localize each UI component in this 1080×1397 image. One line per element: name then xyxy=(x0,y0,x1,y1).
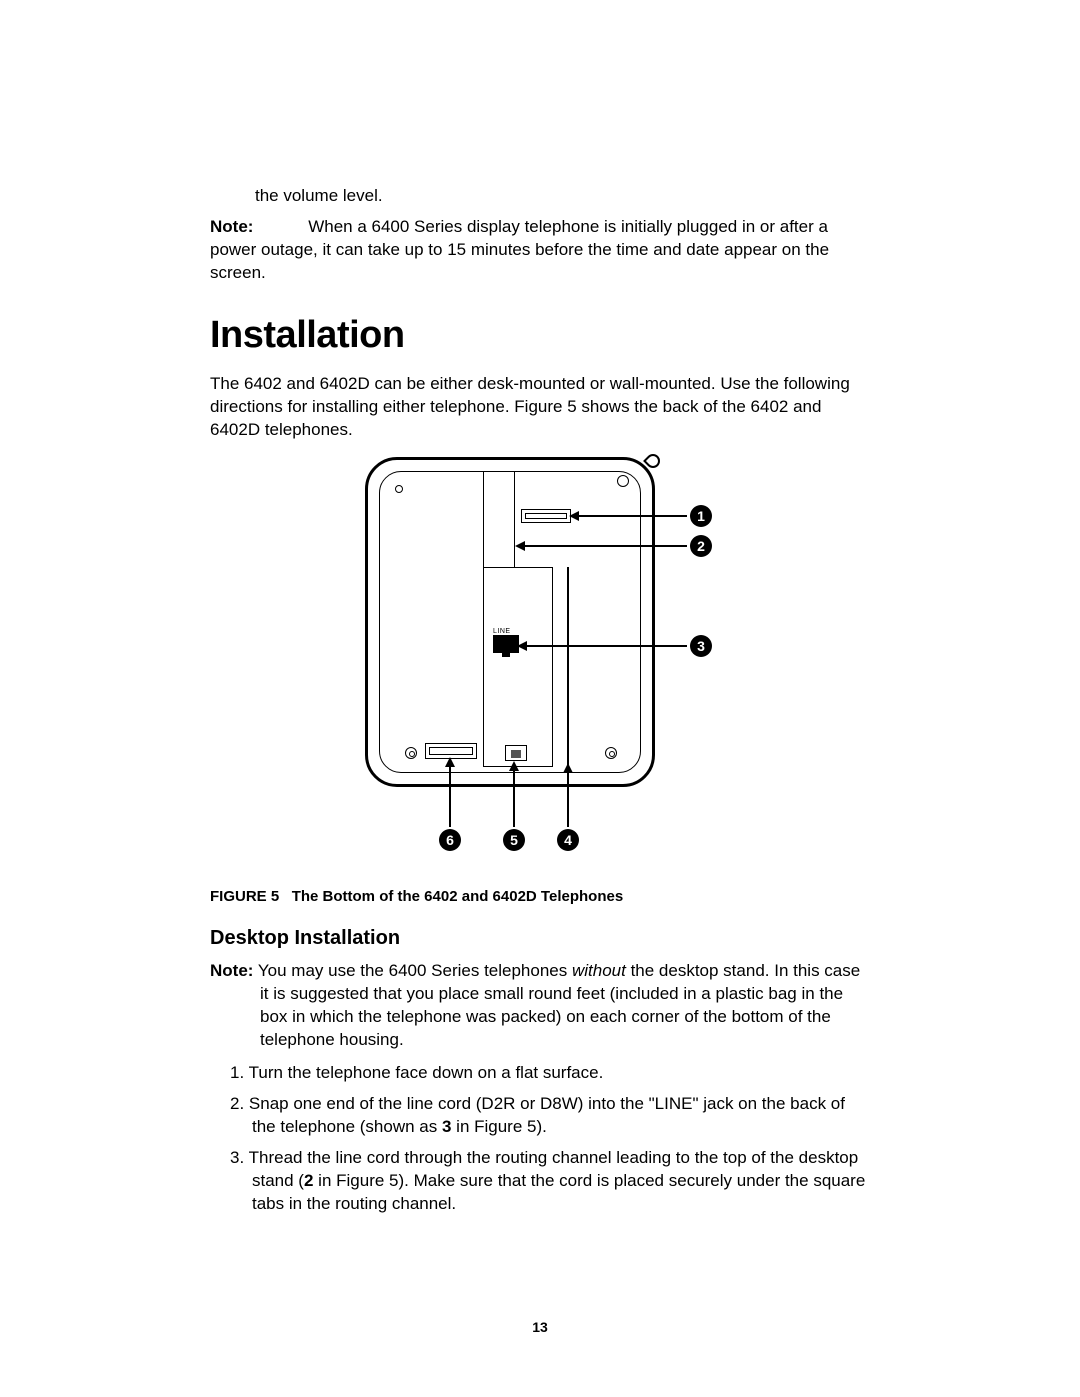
note-block-2: Note: You may use the 6400 Series teleph… xyxy=(210,960,870,1052)
callout-6: 6 xyxy=(439,829,461,851)
callout-line xyxy=(577,515,687,517)
step-num: 1. xyxy=(230,1063,244,1082)
section-heading-installation: Installation xyxy=(210,310,870,361)
note-label: Note: xyxy=(210,217,253,236)
corner-nub xyxy=(643,451,663,471)
note2-pre: You may use the 6400 Series telephones xyxy=(258,961,572,980)
callout-5: 5 xyxy=(503,829,525,851)
figure-title: The Bottom of the 6402 and 6402D Telepho… xyxy=(292,888,623,905)
screw-icon xyxy=(405,747,417,759)
figure-caption: FIGURE 5 The Bottom of the 6402 and 6402… xyxy=(210,887,870,907)
figure-5: LINE 1 2 3 4 5 6 xyxy=(210,457,870,877)
callout-4: 4 xyxy=(557,829,579,851)
callout-line xyxy=(513,769,515,827)
figure-number: FIGURE 5 xyxy=(210,888,279,905)
screw-icon xyxy=(605,747,617,759)
panel-edge xyxy=(567,567,569,767)
screw-icon xyxy=(395,485,403,493)
callout-line xyxy=(449,765,451,827)
note-text: When a 6400 Series display telephone is … xyxy=(210,217,829,282)
carryover-text: the volume level. xyxy=(255,185,870,208)
step-pre: Snap one end of the line cord (D2R or D8… xyxy=(249,1094,845,1136)
line-jack-icon xyxy=(493,635,519,653)
callout-line xyxy=(567,771,569,827)
note2-italic: without xyxy=(572,961,626,980)
callout-line xyxy=(525,645,687,647)
step-3: 3. Thread the line cord through the rout… xyxy=(210,1147,870,1216)
note-label: Note: xyxy=(210,961,253,980)
step-num: 2. xyxy=(230,1094,244,1113)
callout-line xyxy=(523,545,687,547)
step-post: in Figure 5). Make sure that the cord is… xyxy=(252,1171,865,1213)
step-2: 2. Snap one end of the line cord (D2R or… xyxy=(210,1093,870,1139)
arrow-icon xyxy=(517,641,527,651)
arrow-icon xyxy=(515,541,525,551)
subsection-heading-desktop: Desktop Installation xyxy=(210,925,870,952)
bottom-jack-icon xyxy=(505,745,527,761)
step-1: 1. Turn the telephone face down on a fla… xyxy=(210,1062,870,1085)
arrow-icon xyxy=(569,511,579,521)
page-number: 13 xyxy=(0,1318,1080,1337)
screw-icon xyxy=(617,475,629,487)
top-slot xyxy=(521,509,571,523)
arrow-icon xyxy=(563,763,573,773)
center-panel xyxy=(483,567,553,767)
arrow-icon xyxy=(509,761,519,771)
step-post: in Figure 5). xyxy=(451,1117,546,1136)
callout-3: 3 xyxy=(690,635,712,657)
step-text: Turn the telephone face down on a flat s… xyxy=(249,1063,604,1082)
callout-1: 1 xyxy=(690,505,712,527)
intro-paragraph: The 6402 and 6402D can be either desk-mo… xyxy=(210,373,870,442)
step-num: 3. xyxy=(230,1148,244,1167)
arrow-icon xyxy=(445,757,455,767)
note-block-1: Note: When a 6400 Series display telepho… xyxy=(210,216,870,285)
routing-channel xyxy=(483,471,515,567)
callout-2: 2 xyxy=(690,535,712,557)
phone-diagram: LINE 1 2 3 4 5 6 xyxy=(345,457,735,877)
